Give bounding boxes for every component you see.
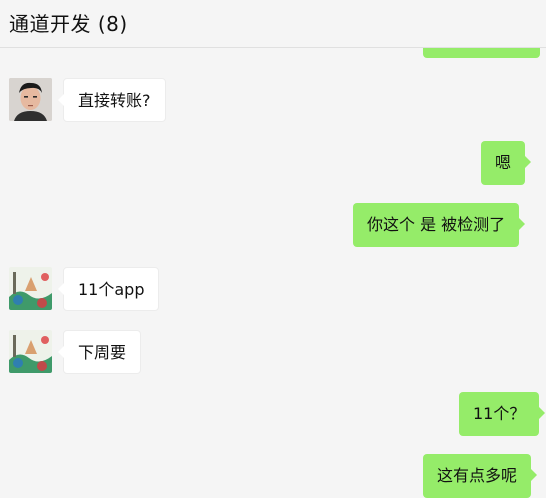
message-bubble-incoming[interactable]: 直接转账? [58,78,166,122]
avatar-person-icon[interactable] [9,78,52,121]
chat-header: 通道开发 (8) [0,0,546,48]
message-bubble-outgoing[interactable]: 11个？ [459,392,546,436]
message-bubble-outgoing[interactable]: 嗯 [481,141,532,185]
message-bubble-outgoing[interactable]: 你这个 是 被检测了 [353,203,526,247]
chat-title: 通道开发 (8) [9,12,128,36]
message-bubble-incoming[interactable]: 11个app [57,267,160,311]
message-bubble-outgoing[interactable]: 这有点多呢 [423,454,538,498]
chat-area: 直接转账? 嗯 你这个 是 被检测了 11个app 下周要 11个？ 这有点多呢 [0,0,546,498]
avatar-landscape-icon[interactable] [9,267,52,310]
message-bubble-incoming[interactable]: 下周要 [57,330,142,374]
avatar-landscape-icon[interactable] [9,330,52,373]
